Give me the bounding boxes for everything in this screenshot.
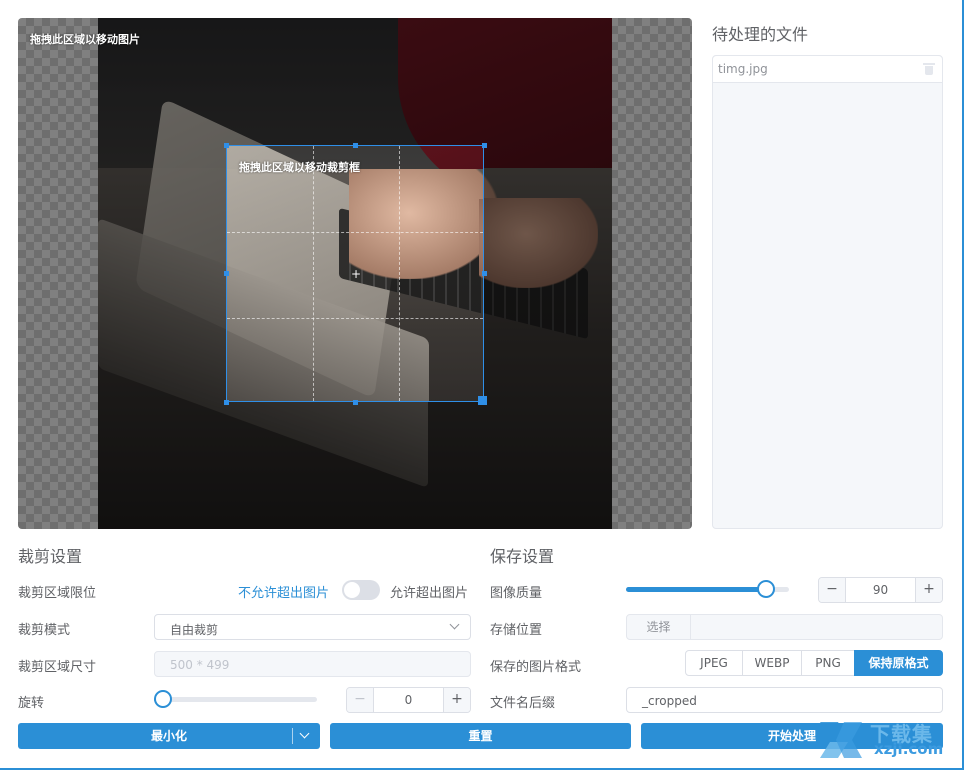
crop-limit-off-text[interactable]: 不允许超出图片 xyxy=(238,582,329,601)
suffix-label: 文件名后缀 xyxy=(490,696,556,711)
watermark-logo-icon xyxy=(820,722,862,758)
crop-size-field: 500 * 499 xyxy=(154,651,471,677)
rotate-stepper[interactable]: − 0 + xyxy=(346,687,471,713)
crop-guide-line xyxy=(399,146,400,401)
rotate-slider[interactable] xyxy=(154,697,317,702)
crop-handle-e[interactable] xyxy=(482,271,487,276)
chevron-down-icon xyxy=(449,619,460,630)
file-item[interactable]: timg.jpg xyxy=(713,56,942,83)
crop-settings-title: 裁剪设置 xyxy=(18,547,83,566)
crop-mode-label: 裁剪模式 xyxy=(18,623,71,638)
rotate-slider-knob[interactable] xyxy=(154,690,172,708)
format-webp-button[interactable]: WEBP xyxy=(742,650,802,676)
format-jpeg-button[interactable]: JPEG xyxy=(685,650,743,676)
split-divider xyxy=(292,728,293,744)
quality-slider-knob[interactable] xyxy=(756,580,775,598)
format-label: 保存的图片格式 xyxy=(490,660,582,675)
crop-limit-on-text[interactable]: 允许超出图片 xyxy=(390,582,468,601)
crop-handle-sw[interactable] xyxy=(224,400,229,405)
crop-size-value: 500 * 499 xyxy=(170,658,230,672)
quality-increment-button[interactable]: + xyxy=(915,578,942,602)
save-settings-title: 保存设置 xyxy=(490,547,555,566)
crop-handle-s[interactable] xyxy=(353,400,358,405)
crop-limit-label: 裁剪区域限位 xyxy=(18,586,97,601)
crop-limit-switch[interactable] xyxy=(342,580,380,600)
crop-handle-n[interactable] xyxy=(353,143,358,148)
rotate-decrement-button[interactable]: − xyxy=(347,688,374,712)
chevron-down-icon[interactable] xyxy=(299,728,310,739)
format-keep-original-button[interactable]: 保持原格式 xyxy=(854,650,943,676)
crop-mode-select[interactable]: 自由裁剪 xyxy=(154,614,471,640)
crop-handle-w[interactable] xyxy=(224,271,229,276)
crop-mode-value: 自由裁剪 xyxy=(170,623,219,637)
quality-stepper[interactable]: − 90 + xyxy=(818,577,943,603)
crop-handle-nw[interactable] xyxy=(224,143,229,148)
crop-center-cross-icon: + xyxy=(351,267,362,281)
suffix-value: _cropped xyxy=(642,694,697,708)
quality-value[interactable]: 90 xyxy=(846,583,915,597)
files-list: timg.jpg xyxy=(712,55,943,529)
format-button-group: JPEG WEBP PNG 保持原格式 xyxy=(685,650,943,676)
reset-button[interactable]: 重置 xyxy=(330,723,631,749)
format-png-button[interactable]: PNG xyxy=(801,650,855,676)
files-title: 待处理的文件 xyxy=(712,25,809,44)
quality-label: 图像质量 xyxy=(490,586,543,601)
suffix-input[interactable]: _cropped xyxy=(626,687,943,713)
drag-image-hint[interactable]: 拖拽此区域以移动图片 xyxy=(30,31,140,47)
crop-box[interactable]: + 拖拽此区域以移动裁剪框 xyxy=(226,145,484,402)
choose-location-button[interactable]: 选择 xyxy=(627,615,691,639)
quality-slider-fill xyxy=(626,587,766,592)
crop-guide-line xyxy=(227,318,483,319)
watermark-en: xzji.com xyxy=(874,740,944,758)
drag-crop-hint[interactable]: 拖拽此区域以移动裁剪框 xyxy=(239,159,360,175)
location-field[interactable]: 选择 xyxy=(626,614,943,640)
crop-guide-line xyxy=(227,232,483,233)
crop-guide-line xyxy=(313,146,314,401)
crop-handle-se[interactable] xyxy=(478,396,487,405)
rotate-label: 旋转 xyxy=(18,696,45,711)
location-label: 存储位置 xyxy=(490,623,543,638)
watermark: 下载集 xzji.com xyxy=(818,716,958,766)
minimize-label: 最小化 xyxy=(150,729,187,743)
quality-decrement-button[interactable]: − xyxy=(819,578,846,602)
file-name: timg.jpg xyxy=(718,62,768,76)
rotate-value[interactable]: 0 xyxy=(374,693,443,707)
crop-size-label: 裁剪区域尺寸 xyxy=(18,660,97,675)
rotate-increment-button[interactable]: + xyxy=(443,688,470,712)
crop-handle-ne[interactable] xyxy=(482,143,487,148)
image-canvas[interactable]: 拖拽此区域以移动图片 + 拖拽此区域以移动裁剪框 xyxy=(18,18,692,529)
trash-icon[interactable] xyxy=(923,63,935,75)
minimize-button[interactable]: 最小化 xyxy=(18,723,320,749)
